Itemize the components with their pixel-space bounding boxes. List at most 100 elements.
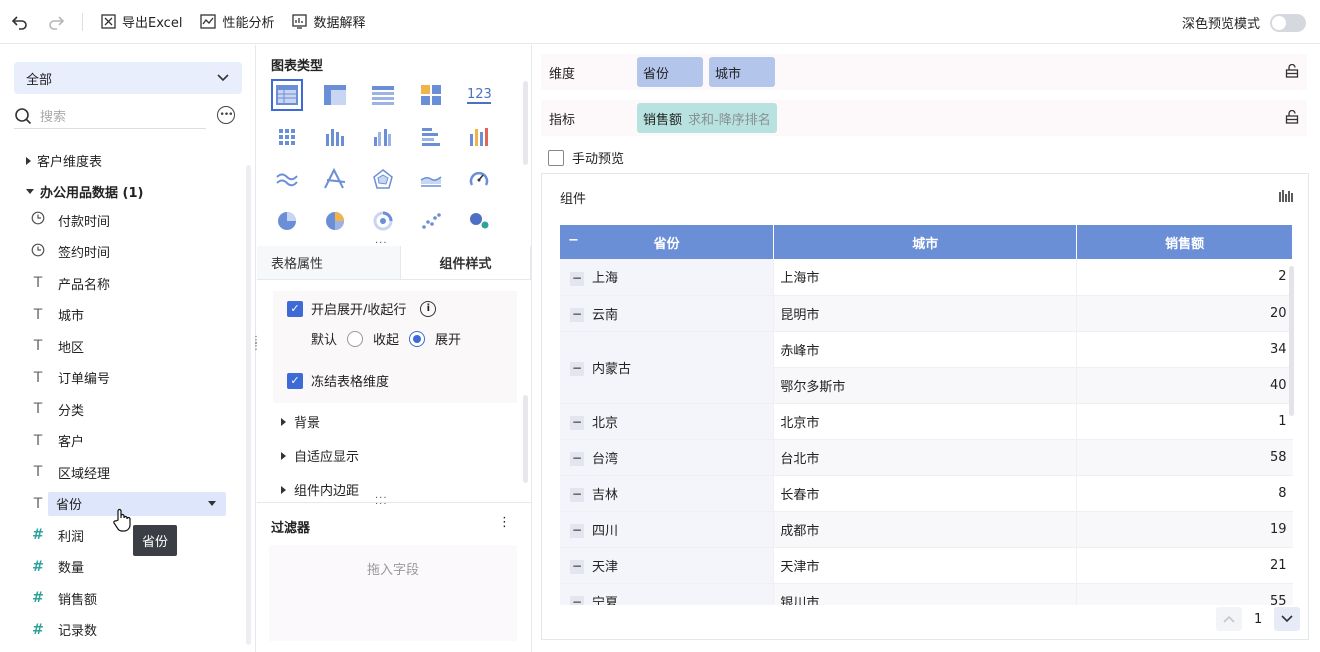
left-scrollbar[interactable]	[246, 165, 251, 645]
dark-preview-switch[interactable]	[1270, 13, 1306, 32]
chart-type-gauge-icon[interactable]	[463, 163, 495, 195]
chart-type-area-icon[interactable]	[415, 163, 447, 195]
prev-page-button[interactable]	[1216, 607, 1242, 631]
chart-type-pie-icon[interactable]	[271, 205, 303, 237]
manual-preview-option[interactable]: 手动预览	[548, 148, 624, 167]
dark-preview-toggle[interactable]: 深色预览模式	[1182, 13, 1306, 32]
field-item[interactable]: T 地区	[30, 334, 226, 358]
chart-type-bar-icon[interactable]	[415, 121, 447, 153]
collapse-row-icon[interactable]: −	[570, 271, 584, 286]
next-page-button[interactable]	[1274, 607, 1301, 631]
collapse-all-icon[interactable]: −	[568, 233, 579, 248]
filter-more-icon[interactable]: ⋮	[498, 515, 511, 530]
checkbox-checked-icon[interactable]: ✓	[287, 300, 303, 317]
section-background[interactable]: 背景	[281, 412, 320, 431]
field-item[interactable]: T 城市	[30, 303, 226, 327]
chart-type-radar-icon[interactable]	[367, 163, 399, 195]
section-inner-padding[interactable]: 组件内边距	[281, 480, 359, 499]
collapse-row-icon[interactable]: −	[570, 452, 584, 466]
collapse-row-icon[interactable]: −	[570, 596, 584, 605]
table-row: − 北京 北京市 1	[560, 403, 1293, 440]
tree-node-label: 办公用品数据 (1)	[40, 186, 144, 201]
table-row: − 台湾 台北市 58	[560, 439, 1293, 476]
collapse-row-icon[interactable]: −	[570, 362, 584, 376]
tab-component-style[interactable]: 组件样式	[401, 246, 531, 279]
redo-icon[interactable]	[46, 12, 66, 32]
dimension-pill-city[interactable]: 城市	[709, 57, 775, 87]
chart-type-column-icon[interactable]	[319, 121, 351, 153]
chart-type-grouped-column-icon[interactable]	[367, 121, 399, 153]
checkbox-checked-icon[interactable]: ✓	[287, 372, 303, 389]
chart-type-bubble-icon[interactable]	[463, 205, 495, 237]
table-scrollbar[interactable]	[1289, 266, 1294, 416]
collapse-row-icon[interactable]: −	[570, 416, 584, 430]
chart-type-table-icon[interactable]	[271, 79, 303, 111]
dataset-select[interactable]: 全部	[14, 62, 242, 94]
info-icon[interactable]: i	[420, 300, 437, 317]
chart-type-color-column-icon[interactable]	[463, 121, 495, 153]
column-header-sales[interactable]: 销售额	[1076, 225, 1293, 259]
city-cell: 昆明市	[773, 295, 1077, 332]
dimension-pill-province[interactable]: 省份	[637, 57, 703, 87]
chart-type-scrollbar[interactable]	[523, 81, 528, 165]
field-item[interactable]: # 销售额	[30, 586, 226, 610]
field-item[interactable]: # 数量	[30, 555, 226, 579]
data-explain-button[interactable]: 数据解释	[292, 12, 365, 31]
style-scrollbar[interactable]	[523, 395, 528, 483]
radio-collapse[interactable]	[347, 330, 364, 347]
field-item[interactable]: T 订单编号	[30, 366, 226, 390]
more-options-icon[interactable]: •••	[217, 106, 235, 124]
chart-type-donut-icon[interactable]	[367, 205, 399, 237]
field-tooltip: 省份	[133, 525, 178, 556]
tab-table-props[interactable]: 表格属性	[257, 246, 401, 279]
field-item[interactable]: 签约时间	[30, 240, 226, 264]
sales-cell: 58	[1076, 439, 1293, 476]
unlock-icon[interactable]	[1285, 110, 1299, 124]
field-item[interactable]: T 区域经理	[30, 460, 226, 484]
collapse-row-icon[interactable]: −	[570, 308, 584, 322]
province-label: 内蒙古	[592, 361, 632, 377]
column-header-city[interactable]: 城市	[773, 225, 1078, 259]
field-item[interactable]: T 客户	[30, 429, 226, 453]
chart-type-crosstab-icon[interactable]	[319, 79, 351, 111]
export-excel-button[interactable]: 导出Excel	[101, 12, 182, 31]
collapse-row-icon[interactable]: −	[570, 488, 584, 502]
performance-analysis-button[interactable]: 性能分析	[200, 12, 274, 31]
collapse-row-icon[interactable]: −	[570, 560, 584, 574]
filter-drop-zone[interactable]: 拖入字段	[269, 545, 517, 641]
freeze-dimension-option[interactable]: ✓ 冻结表格维度	[287, 371, 389, 390]
field-label: 签约时间	[58, 246, 111, 261]
field-item[interactable]: 付款时间	[30, 208, 226, 232]
radio-expand[interactable]	[409, 330, 426, 347]
chart-type-kpi-icon[interactable]: 123	[463, 79, 495, 111]
toolbar-divider	[82, 12, 83, 31]
chart-type-scatter-icon[interactable]	[415, 205, 447, 237]
field-item[interactable]: T 省份	[34, 491, 226, 516]
chart-type-detail-table-icon[interactable]	[367, 79, 399, 111]
sales-cell: 55	[1076, 583, 1293, 605]
tree-node-customer-dim[interactable]: 客户维度表	[26, 151, 102, 170]
chart-type-grouped-table-icon[interactable]	[271, 121, 303, 153]
field-item[interactable]: T 产品名称	[30, 271, 226, 295]
chart-type-multi-pie-icon[interactable]	[319, 205, 351, 237]
province-cell: − 吉林	[560, 475, 774, 512]
expand-collapse-option[interactable]: ✓ 开启展开/收起行 i	[287, 299, 437, 318]
collapse-row-icon[interactable]: −	[570, 524, 584, 538]
section-adaptive-display[interactable]: 自适应显示	[281, 446, 359, 465]
checkbox-unchecked-icon[interactable]	[548, 149, 564, 166]
chart-type-card-icon[interactable]	[415, 79, 447, 111]
tree-node-office-data[interactable]: 办公用品数据 (1)	[26, 182, 143, 201]
chart-type-line-icon[interactable]	[271, 163, 303, 195]
field-search[interactable]: 搜索	[14, 103, 206, 129]
chart-type-radar-line-icon[interactable]	[319, 163, 351, 195]
measure-pill-sales[interactable]: 销售额 求和-降序排名	[637, 103, 777, 133]
sales-cell: 1	[1076, 403, 1293, 440]
unlock-icon[interactable]	[1285, 64, 1299, 78]
column-header-province[interactable]: − 省份	[560, 225, 775, 259]
field-item[interactable]: # 记录数	[30, 618, 226, 642]
undo-icon[interactable]	[10, 12, 30, 32]
field-menu-caret-icon[interactable]	[208, 500, 216, 506]
field-item[interactable]: T 分类	[30, 397, 226, 421]
sales-cell: 2	[1076, 259, 1293, 296]
province-cell: − 上海	[560, 259, 774, 296]
